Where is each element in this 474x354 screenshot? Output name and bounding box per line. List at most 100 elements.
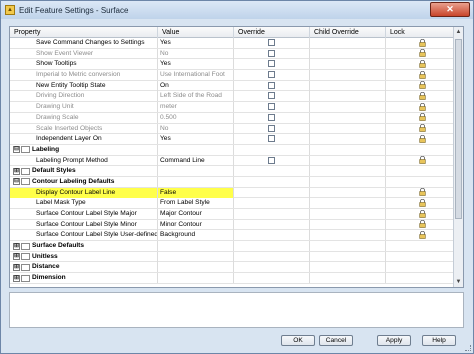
group-row[interactable]: ⊞ Distance [10, 262, 454, 274]
lock-icon[interactable] [418, 81, 426, 90]
property-row[interactable]: Label Mask Type From Label Style [10, 198, 454, 209]
override-checkbox[interactable] [268, 124, 275, 132]
property-value[interactable]: Minor Contour [158, 219, 234, 230]
property-row[interactable]: Imperial to Metric conversion Use Interna… [10, 70, 454, 81]
column-header-child-override[interactable]: Child Override [310, 27, 386, 38]
resize-grip-icon[interactable] [465, 345, 471, 351]
group-row[interactable]: ⊞ Dimension [10, 273, 454, 284]
group-cell: ⊞ Unitless [10, 251, 158, 262]
property-value[interactable]: Yes [158, 38, 234, 48]
override-cell [234, 144, 310, 155]
property-value[interactable]: No [158, 48, 234, 59]
property-row[interactable]: Show Event Viewer No [10, 48, 454, 60]
expand-icon[interactable]: ⊞ [13, 253, 20, 261]
lock-icon[interactable] [418, 124, 426, 133]
expand-icon[interactable]: ⊞ [13, 167, 20, 175]
property-row[interactable]: Independent Layer On Yes [10, 134, 454, 145]
property-row[interactable]: Surface Contour Label Style Major Major C… [10, 209, 454, 220]
property-value[interactable]: No [158, 123, 234, 134]
property-row[interactable]: Scale Inserted Objects No [10, 123, 454, 135]
property-value[interactable]: Use International Foot [158, 70, 234, 81]
column-header-value[interactable]: Value [158, 27, 234, 38]
override-checkbox[interactable] [268, 71, 275, 79]
group-row[interactable]: ⊞ Unitless [10, 251, 454, 263]
group-label: Labeling [32, 145, 60, 153]
override-checkbox[interactable] [268, 81, 275, 89]
override-checkbox[interactable] [268, 92, 275, 100]
group-cell: ⊟ Contour Labeling Defaults [10, 176, 158, 187]
expand-icon[interactable]: ⊞ [13, 274, 20, 282]
override-checkbox[interactable] [268, 156, 275, 164]
scrollbar-thumb[interactable] [455, 39, 462, 219]
property-row[interactable]: New Entity Tooltip State On [10, 80, 454, 92]
close-button[interactable]: ✕ [430, 2, 470, 17]
title-bar[interactable]: ▲ Edit Feature Settings - Surface ✕ [1, 1, 473, 19]
override-checkbox[interactable] [268, 49, 275, 57]
expand-icon[interactable]: ⊞ [13, 263, 20, 271]
vertical-scrollbar[interactable]: ▲ ▼ [453, 27, 463, 287]
group-row[interactable]: ⊟ Labeling [10, 144, 454, 156]
folder-icon [21, 263, 30, 271]
lock-icon[interactable] [418, 209, 426, 218]
column-header-override[interactable]: Override [234, 27, 310, 38]
column-header-property[interactable]: Property [10, 27, 158, 38]
override-checkbox[interactable] [268, 103, 275, 111]
scroll-up-arrow-icon[interactable]: ▲ [454, 27, 463, 37]
property-value[interactable]: From Label Style [158, 198, 234, 209]
lock-icon[interactable] [418, 230, 426, 239]
property-row[interactable]: Surface Contour Label Style User-defined… [10, 230, 454, 242]
property-row[interactable]: Drawing Unit meter [10, 102, 454, 113]
lock-icon[interactable] [418, 134, 426, 143]
collapse-icon[interactable]: ⊟ [13, 178, 20, 186]
group-label: Contour Labeling Defaults [32, 177, 115, 185]
lock-icon[interactable] [418, 220, 426, 229]
lock-cell [386, 70, 454, 80]
lock-icon[interactable] [418, 38, 426, 47]
scroll-down-arrow-icon[interactable]: ▼ [454, 277, 463, 287]
property-value [158, 241, 234, 252]
group-row[interactable]: ⊞ Default Styles [10, 166, 454, 177]
lock-icon[interactable] [418, 113, 426, 122]
property-value[interactable]: On [158, 80, 234, 91]
property-value[interactable]: Yes [158, 134, 234, 145]
property-row[interactable]: Show Tooltips Yes [10, 59, 454, 71]
override-checkbox[interactable] [268, 60, 275, 68]
lock-icon[interactable] [418, 49, 426, 58]
help-button[interactable]: Help [422, 335, 456, 346]
lock-icon[interactable] [418, 91, 426, 100]
expand-icon[interactable]: ⊞ [13, 242, 20, 250]
property-row[interactable]: Driving Direction Left Side of the Road [10, 91, 454, 103]
lock-icon[interactable] [418, 70, 426, 79]
property-row[interactable]: Display Contour Label Line False [10, 187, 454, 199]
property-value[interactable]: Background [158, 230, 234, 241]
lock-cell [386, 81, 454, 91]
property-value[interactable]: Left Side of the Road [158, 91, 234, 102]
property-row[interactable]: Surface Contour Label Style Minor Minor C… [10, 219, 454, 231]
property-value[interactable]: Major Contour [158, 209, 234, 219]
group-row[interactable]: ⊟ Contour Labeling Defaults [10, 176, 454, 188]
property-row[interactable]: Save Command Changes to Settings Yes [10, 38, 454, 49]
lock-icon[interactable] [418, 59, 426, 68]
lock-icon[interactable] [418, 198, 426, 207]
override-checkbox[interactable] [268, 39, 275, 46]
override-checkbox[interactable] [268, 135, 275, 143]
property-row[interactable]: Labeling Prompt Method Command Line [10, 155, 454, 167]
group-row[interactable]: ⊞ Surface Defaults [10, 241, 454, 252]
override-checkbox[interactable] [268, 113, 275, 121]
collapse-icon[interactable]: ⊟ [13, 146, 20, 154]
override-cell [234, 230, 310, 241]
property-row[interactable]: Drawing Scale 0.500 [10, 112, 454, 124]
column-header-lock[interactable]: Lock [386, 27, 454, 38]
cancel-button[interactable]: Cancel [319, 335, 353, 346]
property-value[interactable]: Command Line [158, 155, 234, 166]
apply-button[interactable]: Apply [377, 335, 411, 346]
property-value[interactable]: False [158, 187, 234, 198]
property-value[interactable]: Yes [158, 59, 234, 70]
property-value[interactable]: 0.500 [158, 112, 234, 123]
ok-button[interactable]: OK [281, 335, 315, 346]
lock-icon[interactable] [418, 188, 426, 197]
lock-cell [386, 198, 454, 208]
lock-icon[interactable] [418, 156, 426, 165]
property-value[interactable]: meter [158, 102, 234, 113]
lock-icon[interactable] [418, 102, 426, 111]
